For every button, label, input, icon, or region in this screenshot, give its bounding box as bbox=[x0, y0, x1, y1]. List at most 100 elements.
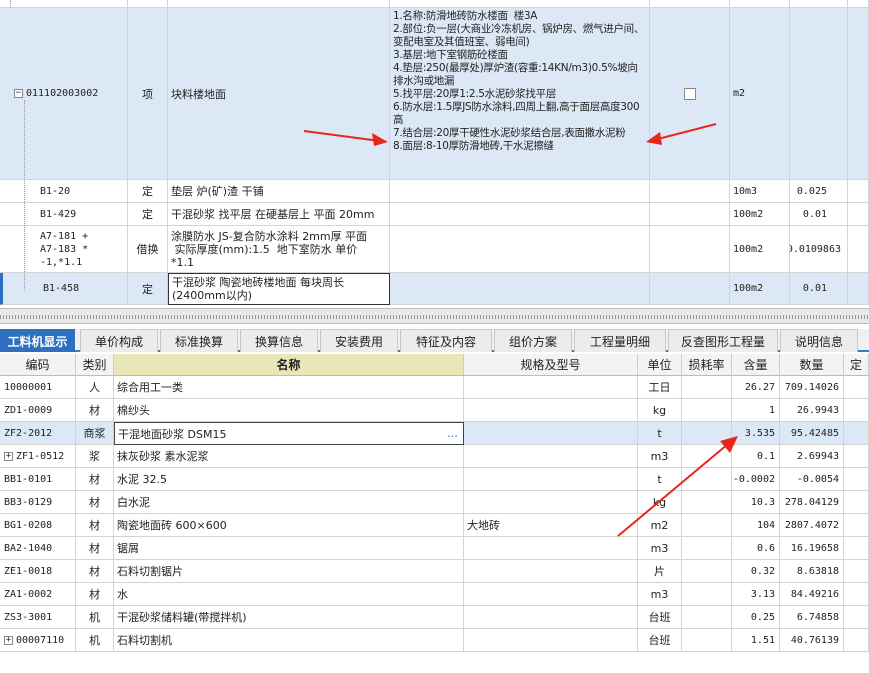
row-name[interactable]: 白水泥 bbox=[114, 491, 464, 514]
row-unit: 台班 bbox=[638, 606, 682, 629]
sub-item-unit: 100m2 bbox=[730, 203, 790, 226]
resource-grid: 编码 类别 名称 规格及型号 单位 损耗率 含量 数量 定 10000001 人综… bbox=[0, 354, 869, 673]
tab-labor-material-machine[interactable]: 工料机显示 bbox=[0, 329, 75, 352]
row-content[interactable]: 10.3 bbox=[732, 491, 780, 514]
row-spec[interactable] bbox=[464, 376, 638, 399]
row-content[interactable]: 3.535 bbox=[732, 422, 780, 445]
main-item-qty bbox=[790, 8, 848, 180]
row-spec[interactable] bbox=[464, 491, 638, 514]
col-header-code[interactable]: 编码 bbox=[0, 354, 76, 376]
row-code-text: BB3-0129 bbox=[4, 496, 53, 508]
col-header-qty[interactable]: 数量 bbox=[780, 354, 844, 376]
row-name[interactable]: 水泥 32.5 bbox=[114, 468, 464, 491]
expand-icon[interactable]: + bbox=[4, 451, 13, 461]
main-item-checkbox[interactable] bbox=[683, 87, 696, 100]
tab-quantity-detail[interactable]: 工程量明细 bbox=[574, 329, 666, 352]
sub-item-qty: 0.025 bbox=[790, 180, 848, 203]
row-name[interactable]: 石料切割机 bbox=[114, 629, 464, 652]
row-spec[interactable] bbox=[464, 606, 638, 629]
row-spec[interactable] bbox=[464, 537, 638, 560]
row-content[interactable]: -0.0002 bbox=[732, 468, 780, 491]
tab-description[interactable]: 说明信息 bbox=[780, 329, 858, 352]
row-code-text: ZF1-0512 bbox=[16, 450, 65, 462]
col-header-fixed[interactable]: 定 bbox=[844, 354, 869, 376]
row-type: 材 bbox=[76, 399, 114, 422]
row-spec[interactable] bbox=[464, 629, 638, 652]
row-content[interactable]: 0.6 bbox=[732, 537, 780, 560]
main-item-name[interactable]: 块料楼地面 bbox=[168, 8, 390, 180]
row-qty: 40.76139 bbox=[780, 629, 844, 652]
pane-splitter[interactable] bbox=[0, 308, 869, 324]
row-name[interactable]: 锯屑 bbox=[114, 537, 464, 560]
row-spec[interactable] bbox=[464, 560, 638, 583]
col-header-content[interactable]: 含量 bbox=[732, 354, 780, 376]
row-code: + ZF1-0512 bbox=[0, 445, 76, 468]
row-type: 材 bbox=[76, 468, 114, 491]
row-spec[interactable] bbox=[464, 445, 638, 468]
collapse-icon[interactable]: − bbox=[14, 89, 23, 98]
row-name[interactable]: 抹灰砂浆 素水泥浆 bbox=[114, 445, 464, 468]
row-content[interactable]: 1.51 bbox=[732, 629, 780, 652]
main-item-unit: m2 bbox=[730, 8, 790, 180]
partial-row-check bbox=[650, 0, 730, 8]
col-header-unit[interactable]: 单位 bbox=[638, 354, 682, 376]
row-name[interactable]: 陶瓷地面砖 600×600 bbox=[114, 514, 464, 537]
row-code-text: ZA1-0002 bbox=[4, 588, 53, 600]
col-header-name[interactable]: 名称 bbox=[114, 354, 464, 376]
sub-item-name[interactable]: 涂膜防水 JS-复合防水涂料 2mm厚 平面 实际厚度(mm):1.5 地下室防… bbox=[168, 226, 390, 273]
ellipsis-button[interactable]: … bbox=[447, 427, 460, 440]
row-fixed bbox=[844, 606, 869, 629]
row-name[interactable]: 石料切割锯片 bbox=[114, 560, 464, 583]
row-content[interactable]: 3.13 bbox=[732, 583, 780, 606]
row-qty: 26.9943 bbox=[780, 399, 844, 422]
tab-reverse-graphic[interactable]: 反查图形工程量 bbox=[668, 329, 778, 352]
row-name[interactable]: 综合用工一类 bbox=[114, 376, 464, 399]
row-spec[interactable] bbox=[464, 422, 638, 445]
tab-conversion-info[interactable]: 换算信息 bbox=[240, 329, 318, 352]
row-code: 10000001 bbox=[0, 376, 76, 399]
main-item-code-cell[interactable]: − 011102003002 bbox=[0, 8, 128, 180]
row-content[interactable]: 104 bbox=[732, 514, 780, 537]
row-content[interactable]: 1 bbox=[732, 399, 780, 422]
sub-item-name[interactable]: 干混砂浆 找平层 在硬基层上 平面 20mm bbox=[168, 203, 390, 226]
main-item-code: 011102003002 bbox=[26, 88, 99, 99]
row-unit: t bbox=[638, 468, 682, 491]
tab-pricing-scheme[interactable]: 组价方案 bbox=[494, 329, 572, 352]
row-code: BG1-0208 bbox=[0, 514, 76, 537]
row-name[interactable]: 干混地面砂浆 DSM15… bbox=[114, 422, 464, 445]
tab-standard-conversion[interactable]: 标准换算 bbox=[160, 329, 238, 352]
row-name[interactable]: 棉纱头 bbox=[114, 399, 464, 422]
row-fixed bbox=[844, 376, 869, 399]
row-spec[interactable]: 大地砖 bbox=[464, 514, 638, 537]
row-spec[interactable] bbox=[464, 399, 638, 422]
tab-unit-price[interactable]: 单价构成 bbox=[80, 329, 158, 352]
sub-item-name[interactable]: 垫层 炉(矿)渣 干铺 bbox=[168, 180, 390, 203]
row-fixed bbox=[844, 537, 869, 560]
col-header-spec[interactable]: 规格及型号 bbox=[464, 354, 638, 376]
col-header-loss[interactable]: 损耗率 bbox=[682, 354, 732, 376]
tab-features-content[interactable]: 特征及内容 bbox=[400, 329, 492, 352]
row-code: BA2-1040 bbox=[0, 537, 76, 560]
row-name[interactable]: 干混砂浆储料罐(带搅拌机) bbox=[114, 606, 464, 629]
sub-item-check bbox=[650, 226, 730, 273]
row-fixed bbox=[844, 445, 869, 468]
row-name[interactable]: 水 bbox=[114, 583, 464, 606]
sub-item-name-editor[interactable]: 干混砂浆 陶瓷地砖楼地面 每块周长 (2400mm以内) bbox=[168, 273, 390, 305]
expand-icon[interactable]: + bbox=[4, 635, 13, 645]
col-header-type[interactable]: 类别 bbox=[76, 354, 114, 376]
row-unit: kg bbox=[638, 399, 682, 422]
row-content[interactable]: 0.25 bbox=[732, 606, 780, 629]
row-qty: 278.04129 bbox=[780, 491, 844, 514]
sub-item-desc bbox=[390, 203, 650, 226]
sub-item-unit: 100m2 bbox=[730, 273, 790, 305]
row-spec[interactable] bbox=[464, 468, 638, 491]
row-content[interactable]: 0.32 bbox=[732, 560, 780, 583]
tab-installation-fee[interactable]: 安装费用 bbox=[320, 329, 398, 352]
partial-row-unit bbox=[730, 0, 790, 8]
row-content[interactable]: 26.27 bbox=[732, 376, 780, 399]
row-type: 机 bbox=[76, 629, 114, 652]
row-content[interactable]: 0.1 bbox=[732, 445, 780, 468]
row-spec[interactable] bbox=[464, 583, 638, 606]
main-item-description[interactable]: 1.名称:防滑地砖防水楼面 楼3A 2.部位:负一层(大商业冷冻机房、锅炉房、燃… bbox=[390, 8, 650, 180]
main-item-check-cell[interactable] bbox=[650, 8, 730, 180]
